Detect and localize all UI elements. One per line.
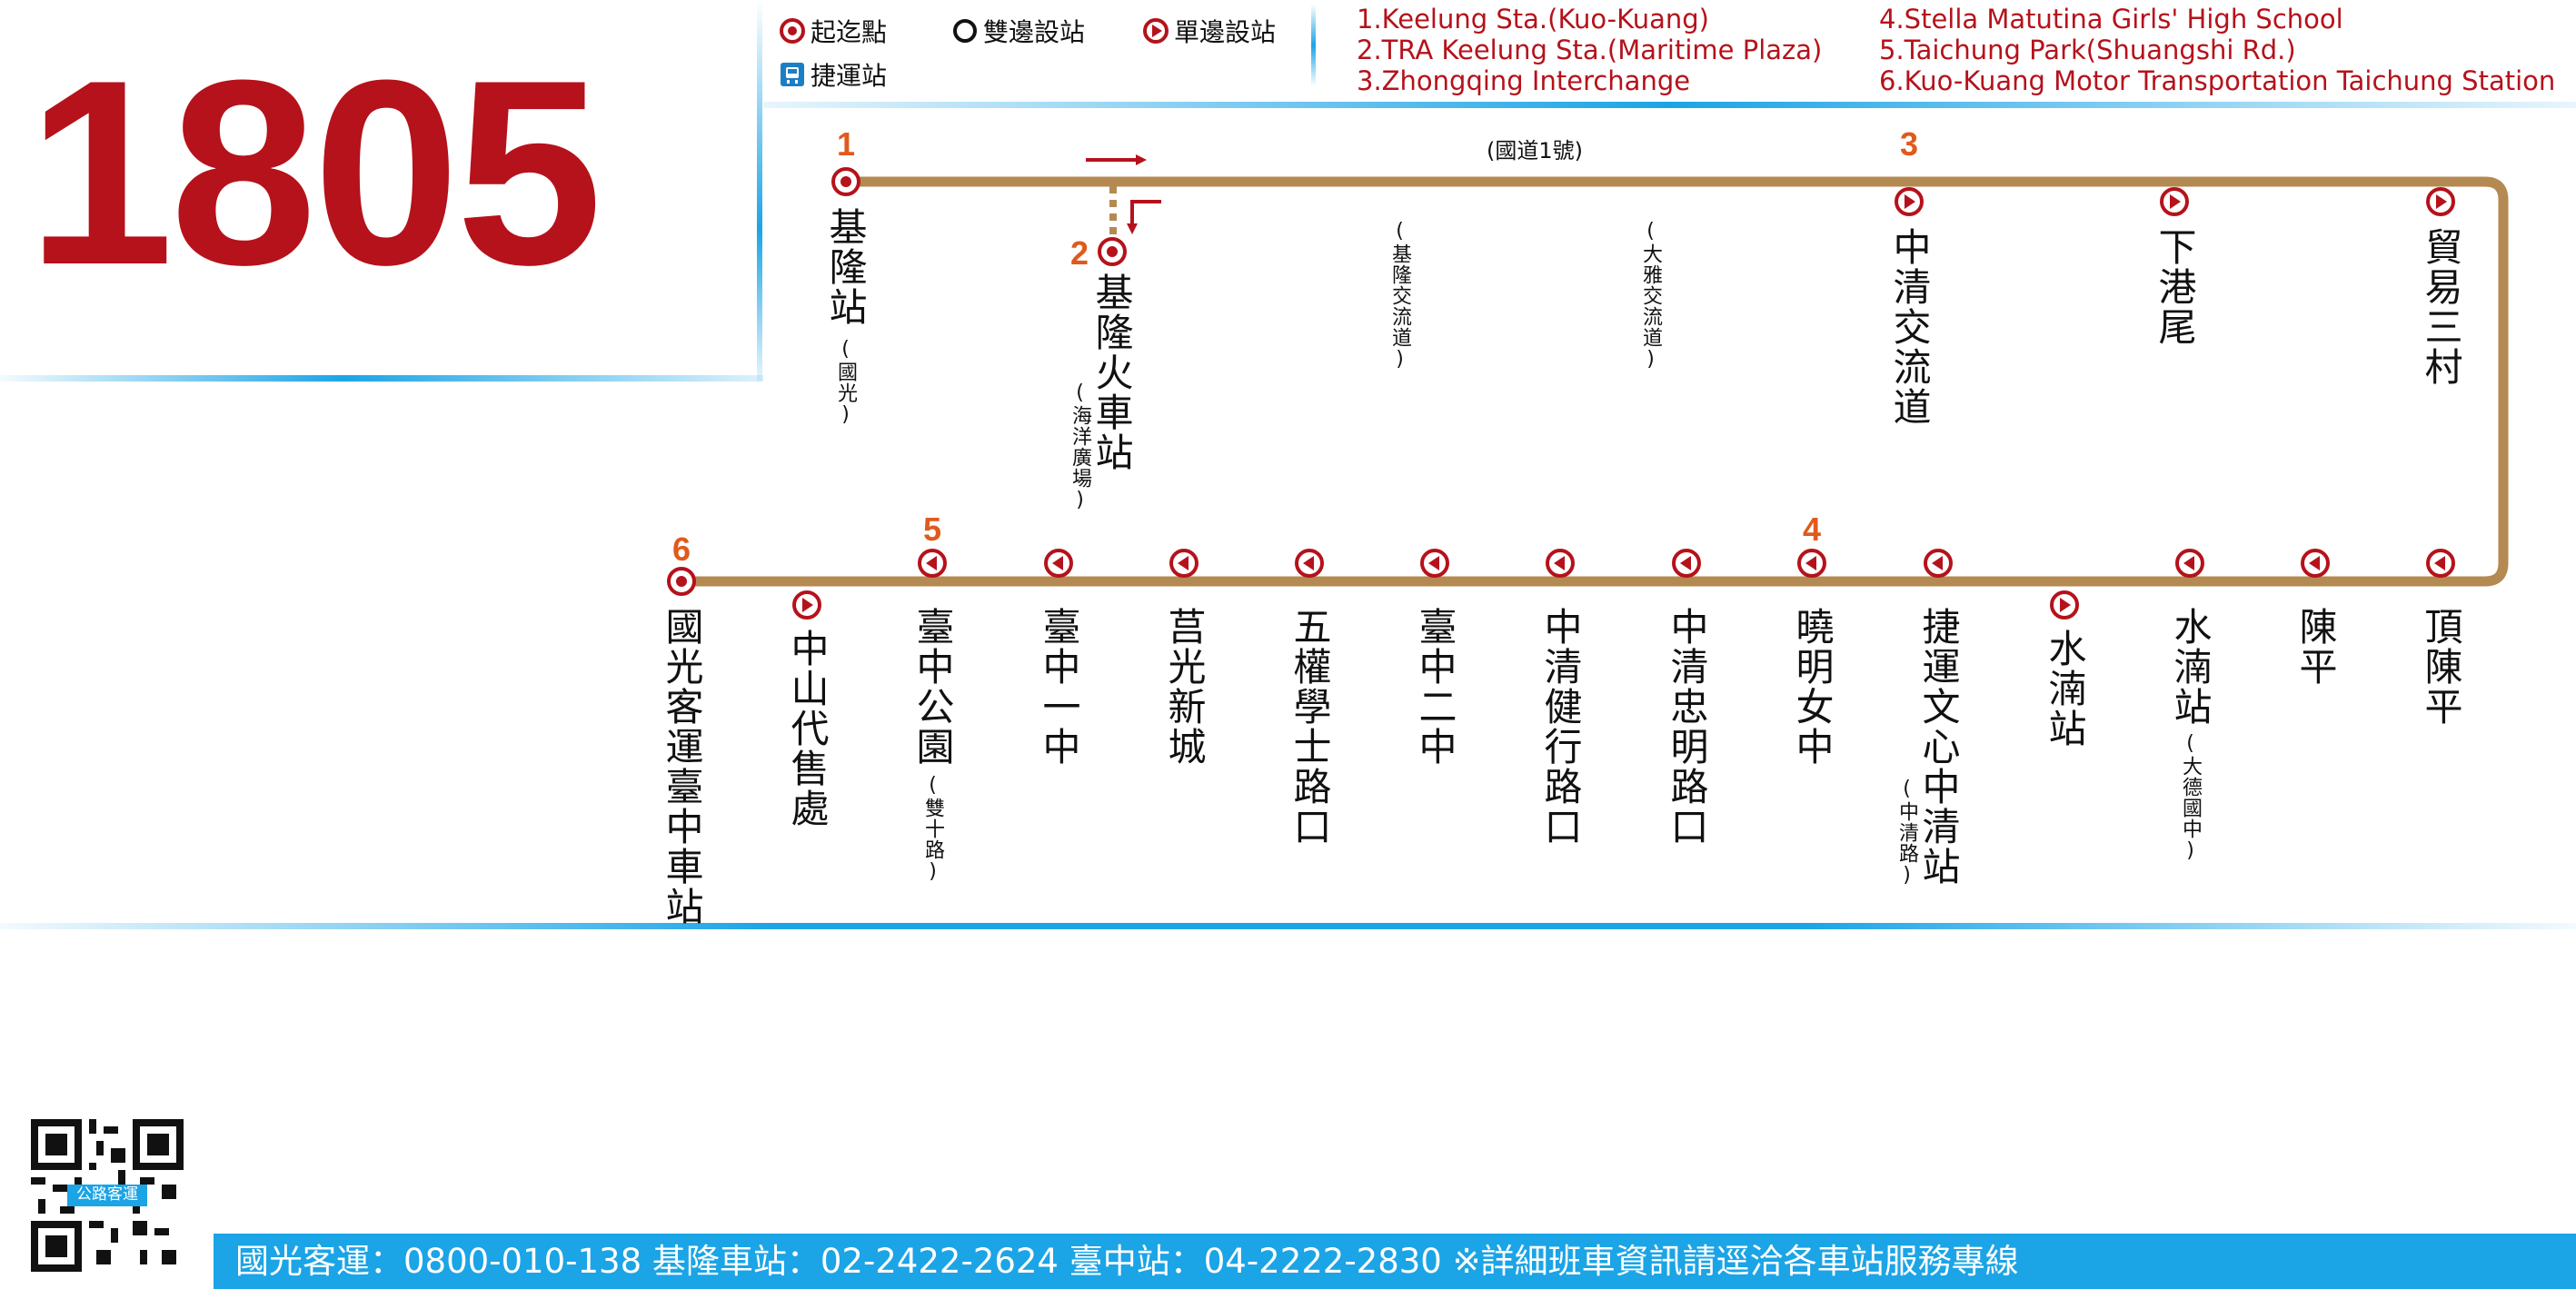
one-side-stop-icon xyxy=(792,590,821,620)
qr-caption: 公路客運 xyxy=(76,1185,138,1204)
one-side-stop-icon xyxy=(1295,549,1324,578)
one-side-stop-icon xyxy=(918,549,947,578)
stop-name-taichung-second-high: 臺中二中 xyxy=(1413,607,1457,767)
stop-number: 4 xyxy=(1802,511,1822,548)
stop-number: 1 xyxy=(836,125,856,163)
passing-interchange-daya: (大雅交流道) xyxy=(1639,220,1662,372)
one-side-stop-icon xyxy=(2160,187,2189,216)
stop-name-taichung-first-high: 臺中一中 xyxy=(1037,607,1081,767)
terminal-stop-icon xyxy=(667,567,696,596)
one-side-stop-icon xyxy=(1044,549,1073,578)
one-side-stop-icon xyxy=(1672,549,1701,578)
stop-name-maoyi-sancun: 貿易三村 xyxy=(2419,227,2463,387)
direction-arrow-down xyxy=(1127,200,1161,234)
stop-number: 5 xyxy=(922,511,942,548)
footer-contact-bar: 國光客運：0800-010-138 基隆車站：02-2422-2624 臺中站：… xyxy=(214,1234,2576,1289)
stop-name-zhongqing-jianxing-rd: 中清健行路口 xyxy=(1538,607,1583,847)
direction-arrow-right xyxy=(1086,154,1147,165)
one-side-stop-icon xyxy=(1546,549,1575,578)
one-side-stop-icon xyxy=(1797,549,1826,578)
stop-number: 6 xyxy=(671,530,691,568)
terminal-stop-icon xyxy=(831,167,860,196)
terminal-stop-icon xyxy=(1098,237,1127,266)
stop-subname: (雙十路) xyxy=(921,774,944,884)
one-side-stop-icon xyxy=(2426,187,2455,216)
one-side-stop-icon xyxy=(2050,590,2079,620)
stop-name-xiagangwei: 下港尾 xyxy=(2153,227,2197,347)
stop-name-shuinan-station-dade: 水湳站 xyxy=(2168,607,2213,727)
one-side-stop-icon xyxy=(1895,187,1924,216)
highway-label: (國道1號) xyxy=(1487,138,1583,164)
stop-name-wuquan-xueshi-rd: 五權學士路口 xyxy=(1288,607,1332,847)
stop-subname: (中清路) xyxy=(1895,778,1918,887)
one-side-stop-icon xyxy=(2426,549,2455,578)
stop-name-chenping: 陳平 xyxy=(2293,607,2338,687)
stop-number: 3 xyxy=(1899,125,1919,163)
one-side-stop-icon xyxy=(1420,549,1449,578)
stop-name-keelung-station: 基隆站 xyxy=(823,207,868,327)
stop-name-tra-keelung-station: 基隆火車站 xyxy=(1089,273,1134,472)
stop-name-zhongqing-interchange: 中清交流道 xyxy=(1887,227,1932,427)
stop-subname: (大德國中) xyxy=(2179,732,2202,863)
stop-name-juguang-new-village: 莒光新城 xyxy=(1162,607,1207,767)
stop-subname: (國光) xyxy=(834,338,857,427)
stop-subname: (海洋廣場) xyxy=(1069,382,1091,512)
one-side-stop-icon xyxy=(1169,549,1198,578)
map-bottom-line xyxy=(0,923,2576,929)
stop-name-zhongshan-ticket-office: 中山代售處 xyxy=(785,629,830,828)
route-line xyxy=(681,176,2509,587)
stop-name-taichung-park: 臺中公園 xyxy=(910,607,955,767)
stop-name-kuokuang-taichung-station: 國光客運臺中車站 xyxy=(660,607,704,927)
stop-name-shuinan-station: 水湳站 xyxy=(2043,629,2087,749)
stop-name-zhongqing-zhongming-rd: 中清忠明路口 xyxy=(1665,607,1709,847)
stop-name-stella-matutina: 曉明女中 xyxy=(1790,607,1835,767)
passing-interchange-keelung: (基隆交流道) xyxy=(1388,220,1411,372)
stop-name-mrt-wenxin-zhongqing: 捷運文心中清站 xyxy=(1916,607,1961,887)
one-side-stop-icon xyxy=(1924,549,1953,578)
one-side-stop-icon xyxy=(2175,549,2204,578)
one-side-stop-icon xyxy=(2301,549,2330,578)
stop-name-ding-chenping: 頂陳平 xyxy=(2419,607,2463,727)
stop-number: 2 xyxy=(1069,234,1089,272)
